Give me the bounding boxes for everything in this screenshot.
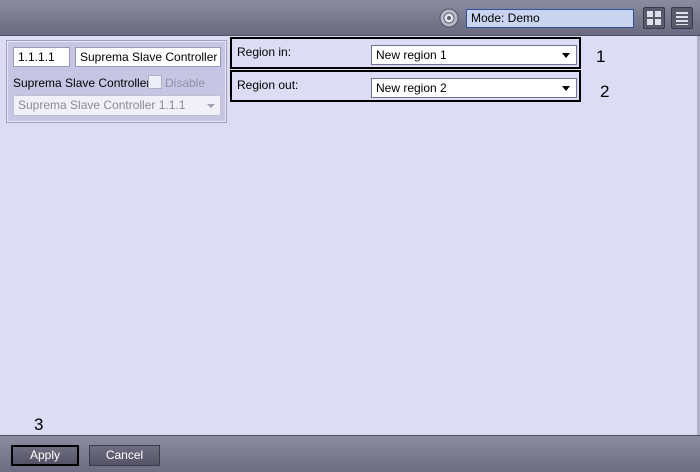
callout-3: 3 bbox=[34, 415, 44, 434]
chevron-down-icon bbox=[207, 104, 215, 108]
region-in-select[interactable]: New region 1 bbox=[371, 45, 577, 65]
region-out-select[interactable]: New region 2 bbox=[371, 78, 577, 98]
object-panel: 1.1.1.1 Suprema Slave Controller Reader … bbox=[6, 40, 227, 123]
parent-object-select[interactable]: Suprema Slave Controller 1.1.1 bbox=[13, 95, 221, 116]
region-in-label: Region in: bbox=[237, 45, 292, 59]
chevron-down-icon bbox=[562, 53, 570, 58]
parent-object-value: Suprema Slave Controller 1.1.1 bbox=[18, 98, 186, 112]
mode-indicator[interactable]: Mode: Demo bbox=[466, 9, 634, 28]
mode-gear-icon[interactable] bbox=[439, 8, 459, 28]
menu-button[interactable] bbox=[671, 7, 693, 29]
object-name-field[interactable]: Suprema Slave Controller Reader bbox=[75, 47, 221, 67]
layout-button[interactable] bbox=[643, 7, 665, 29]
chevron-down-icon bbox=[562, 86, 570, 91]
disable-checkbox[interactable] bbox=[148, 75, 162, 89]
apply-button[interactable]: Apply bbox=[11, 445, 79, 466]
region-in-value: New region 1 bbox=[376, 48, 447, 62]
disable-label: Disable bbox=[165, 76, 206, 90]
callout-2: 2 bbox=[600, 82, 610, 101]
menu-list-icon bbox=[676, 12, 688, 25]
bottom-toolbar: Apply Cancel bbox=[0, 435, 700, 472]
top-toolbar: Mode: Demo bbox=[0, 0, 700, 36]
region-out-value: New region 2 bbox=[376, 81, 447, 95]
region-out-label: Region out: bbox=[237, 78, 299, 92]
region-in-row: Region in: New region 1 bbox=[230, 37, 581, 69]
object-type-label: Suprema Slave Controller bbox=[13, 76, 151, 90]
layout-grid-icon bbox=[647, 11, 661, 25]
cancel-button[interactable]: Cancel bbox=[89, 445, 160, 466]
object-id-field[interactable]: 1.1.1.1 bbox=[13, 47, 70, 67]
callout-1: 1 bbox=[596, 47, 606, 66]
region-out-row: Region out: New region 2 bbox=[230, 70, 581, 102]
